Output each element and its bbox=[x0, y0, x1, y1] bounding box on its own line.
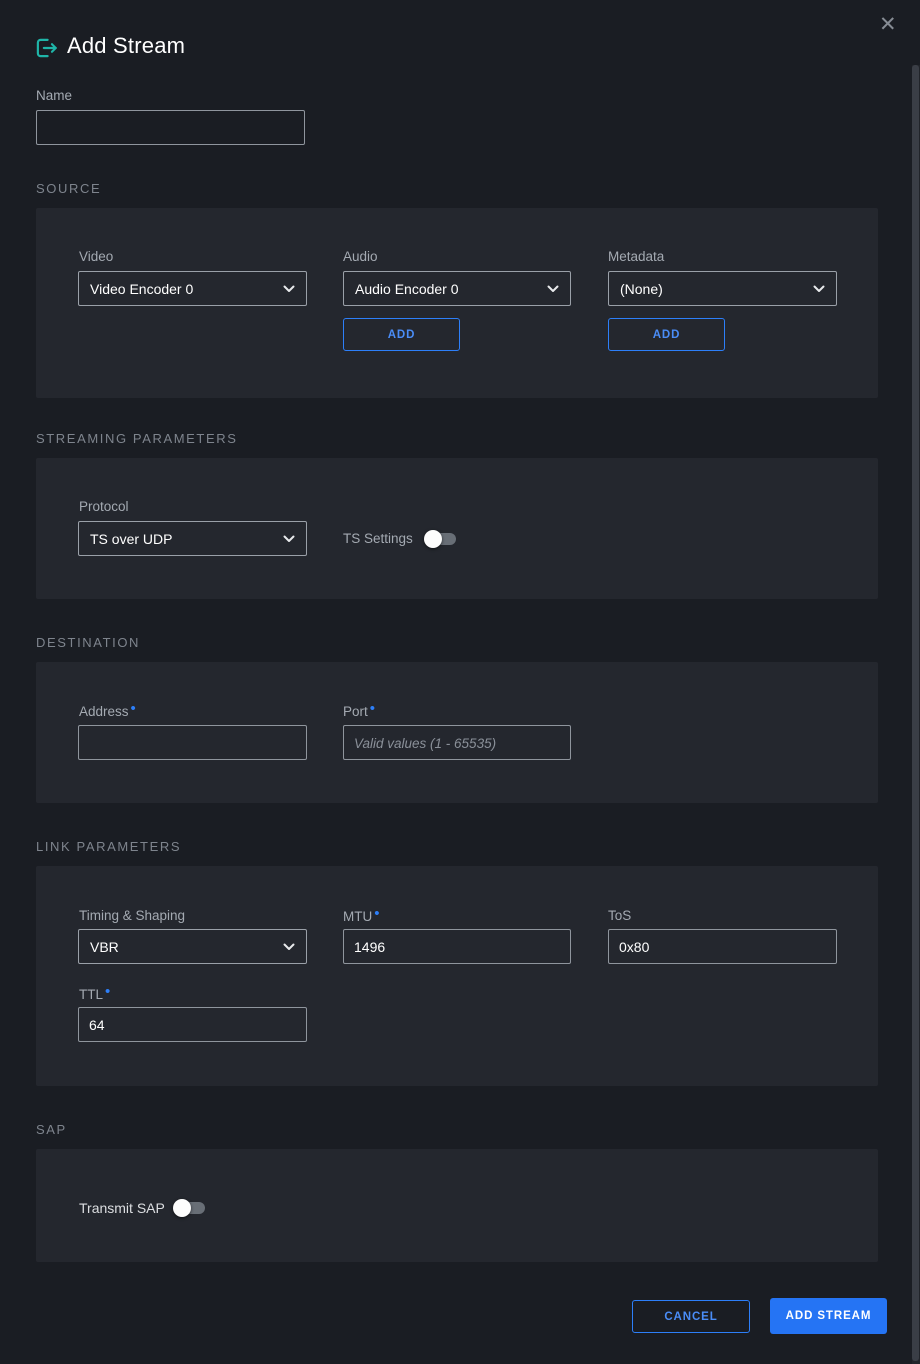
video-encoder-select[interactable]: Video Encoder 0 bbox=[78, 271, 307, 306]
video-label: Video bbox=[79, 249, 113, 264]
port-input[interactable] bbox=[343, 725, 571, 760]
ts-settings-toggle[interactable] bbox=[427, 532, 457, 546]
video-encoder-value: Video Encoder 0 bbox=[90, 281, 193, 297]
section-title-streaming: STREAMING PARAMETERS bbox=[36, 431, 238, 446]
transmit-sap-label: Transmit SAP bbox=[79, 1200, 165, 1216]
timing-shaping-value: VBR bbox=[90, 939, 119, 955]
toggle-knob bbox=[173, 1199, 191, 1217]
ttl-label: TTL bbox=[79, 986, 110, 1003]
audio-label: Audio bbox=[343, 249, 378, 264]
transmit-sap-toggle[interactable] bbox=[176, 1201, 206, 1215]
chevron-down-icon bbox=[283, 285, 295, 293]
chevron-down-icon bbox=[283, 943, 295, 951]
section-title-sap: SAP bbox=[36, 1122, 67, 1137]
metadata-select[interactable]: (None) bbox=[608, 271, 837, 306]
add-stream-button[interactable]: ADD STREAM bbox=[770, 1298, 887, 1334]
section-title-destination: DESTINATION bbox=[36, 635, 140, 650]
metadata-add-button[interactable]: ADD bbox=[608, 318, 725, 351]
name-label: Name bbox=[36, 88, 72, 103]
dialog-title: Add Stream bbox=[67, 33, 185, 59]
ts-settings-label: TS Settings bbox=[343, 531, 413, 546]
address-label: Address bbox=[79, 703, 136, 720]
name-input[interactable] bbox=[36, 110, 305, 145]
stream-out-icon bbox=[33, 35, 59, 61]
metadata-label: Metadata bbox=[608, 249, 664, 264]
audio-add-button[interactable]: ADD bbox=[343, 318, 460, 351]
address-input[interactable] bbox=[78, 725, 307, 760]
mtu-label: MTU bbox=[343, 908, 380, 925]
section-title-source: SOURCE bbox=[36, 181, 101, 196]
protocol-select[interactable]: TS over UDP bbox=[78, 521, 307, 556]
protocol-value: TS over UDP bbox=[90, 531, 172, 547]
chevron-down-icon bbox=[283, 535, 295, 543]
metadata-value: (None) bbox=[620, 281, 663, 297]
toggle-knob bbox=[424, 530, 442, 548]
mtu-input[interactable] bbox=[343, 929, 571, 964]
chevron-down-icon bbox=[547, 285, 559, 293]
audio-encoder-value: Audio Encoder 0 bbox=[355, 281, 459, 297]
tos-input[interactable] bbox=[608, 929, 837, 964]
tos-label: ToS bbox=[608, 908, 631, 923]
chevron-down-icon bbox=[813, 285, 825, 293]
timing-shaping-label: Timing & Shaping bbox=[79, 908, 185, 923]
section-title-link: LINK PARAMETERS bbox=[36, 839, 181, 854]
ttl-input[interactable] bbox=[78, 1007, 307, 1042]
scrollbar-thumb[interactable] bbox=[912, 65, 919, 1361]
protocol-label: Protocol bbox=[79, 499, 129, 514]
add-stream-dialog: Add Stream ✕ Name SOURCE Video Video Enc… bbox=[0, 0, 920, 1364]
link-panel bbox=[36, 866, 878, 1086]
timing-shaping-select[interactable]: VBR bbox=[78, 929, 307, 964]
port-label: Port bbox=[343, 703, 375, 720]
audio-encoder-select[interactable]: Audio Encoder 0 bbox=[343, 271, 571, 306]
cancel-button[interactable]: CANCEL bbox=[632, 1300, 750, 1333]
close-icon[interactable]: ✕ bbox=[879, 14, 897, 35]
